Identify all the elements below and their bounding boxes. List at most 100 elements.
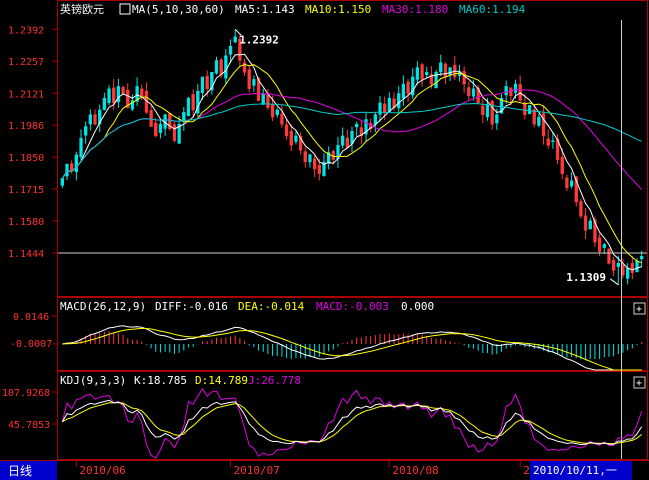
- candle-body: [345, 137, 349, 148]
- candle-body: [261, 93, 265, 105]
- candle-body: [205, 76, 209, 90]
- macd-tick-top: 0.0146: [13, 312, 49, 323]
- date-tick-label: 2010/07: [234, 464, 280, 477]
- candle-body: [443, 63, 448, 78]
- candle-body: [607, 248, 611, 264]
- candle-body: [112, 87, 116, 104]
- candle-body: [107, 88, 111, 103]
- candle-body: [602, 244, 606, 248]
- price-tick-label: 1.2392: [8, 25, 44, 36]
- kdj-tick-mid: 45.7853: [8, 420, 50, 431]
- candle-body: [341, 135, 345, 146]
- candle-body: [102, 97, 107, 111]
- candle-body: [611, 260, 616, 271]
- candle-body: [513, 83, 518, 93]
- candle-body: [284, 124, 289, 137]
- kdj-header: KDJ(9,3,3) K:18.785 D:14.789 J:26.778: [60, 374, 301, 387]
- candle-body: [406, 81, 410, 94]
- candle-body: [481, 105, 485, 115]
- candle-body: [565, 177, 569, 189]
- price-tick-label: 1.1580: [8, 217, 44, 228]
- macd-expand-icon[interactable]: +: [636, 304, 642, 315]
- candle-body: [84, 126, 88, 136]
- candle-body: [289, 131, 293, 146]
- period-tab-label[interactable]: 日线: [8, 464, 32, 478]
- kdj-tick-top: 107.9268: [2, 388, 50, 399]
- ma30-value: MA30:1.180: [382, 3, 448, 16]
- candle-body: [397, 93, 401, 109]
- candle-body: [74, 154, 79, 173]
- candle-body: [546, 138, 550, 146]
- candle-body: [303, 151, 307, 163]
- candle-body: [560, 156, 564, 174]
- candle-body: [191, 94, 195, 111]
- symbol-label: 英镑欧元: [60, 2, 104, 16]
- candle-body: [60, 178, 64, 186]
- candle-body: [308, 154, 312, 163]
- macd-extra: 0.000: [401, 300, 434, 313]
- kdj-expand-icon[interactable]: +: [636, 378, 642, 389]
- candle-body: [214, 60, 219, 74]
- candle-body: [462, 70, 466, 85]
- candle-body: [583, 215, 588, 231]
- macd-dea: DEA:-0.014: [238, 300, 305, 313]
- candle-body: [490, 100, 494, 125]
- candle-body: [275, 109, 279, 116]
- candle-body: [373, 114, 378, 125]
- kdj-params: KDJ(9,3,3): [60, 374, 126, 387]
- candle-body: [415, 67, 420, 80]
- candle-body: [387, 97, 392, 112]
- candle-body: [448, 67, 452, 76]
- low-annotation: 1.1309: [566, 271, 606, 284]
- candle-body: [527, 105, 532, 115]
- ma10-value: MA10:1.150: [305, 3, 371, 16]
- candle-body: [200, 76, 205, 93]
- price-tick-label: 1.1444: [8, 249, 44, 260]
- candle-body: [140, 88, 144, 97]
- date-tick-label: 2010/08: [392, 464, 438, 477]
- candle-body: [485, 105, 490, 118]
- macd-panel-button[interactable]: +: [633, 302, 646, 315]
- candle-body: [551, 140, 555, 142]
- high-annotation: 1.2392: [239, 33, 279, 46]
- candle-body: [252, 79, 256, 86]
- candle-body: [467, 87, 471, 97]
- candle-body: [588, 220, 592, 230]
- candle-body: [471, 88, 476, 97]
- candle-body: [504, 86, 508, 96]
- price-tick-label: 1.1986: [8, 121, 44, 132]
- candle-body: [270, 104, 275, 118]
- price-tick-label: 1.1850: [8, 153, 44, 164]
- price-tick-label: 1.1715: [8, 185, 44, 196]
- candle-body: [88, 114, 93, 125]
- candle-body: [401, 83, 406, 99]
- candle-body: [294, 135, 298, 142]
- candle-body: [635, 260, 639, 273]
- macd-value: MACD:-0.003: [316, 300, 389, 313]
- candle-body: [121, 87, 125, 94]
- kdj-panel-button[interactable]: +: [633, 376, 646, 389]
- candle-body: [523, 102, 527, 115]
- candle-body: [154, 122, 158, 137]
- candle-body: [317, 164, 321, 174]
- chart-background: [0, 0, 649, 480]
- candle-body: [65, 164, 69, 177]
- candle-body: [439, 62, 443, 73]
- macd-diff: DIFF:-0.016: [155, 300, 228, 313]
- candle-body: [541, 113, 546, 137]
- candle-body: [79, 138, 83, 158]
- cursor-date-label: 2010/10/11,一: [533, 464, 617, 477]
- candle-body: [616, 263, 620, 267]
- candle-body: [537, 116, 541, 126]
- period-tab[interactable]: 日线: [0, 461, 57, 480]
- candle-body: [625, 267, 630, 279]
- candle-body: [158, 123, 163, 133]
- candle-body: [383, 103, 387, 113]
- candle-body: [219, 59, 223, 75]
- macd-header: MACD(26,12,9) DIFF:-0.016 DEA:-0.014 MAC…: [60, 300, 434, 313]
- candle-body: [247, 69, 251, 90]
- forex-chart[interactable]: 英镑欧元 MA(5,10,30,60) MA5:1.143 MA10:1.150…: [0, 0, 649, 480]
- ma-params: MA(5,10,30,60): [132, 3, 225, 16]
- kdj-j: J:26.778: [248, 374, 301, 387]
- candle-body: [312, 158, 317, 170]
